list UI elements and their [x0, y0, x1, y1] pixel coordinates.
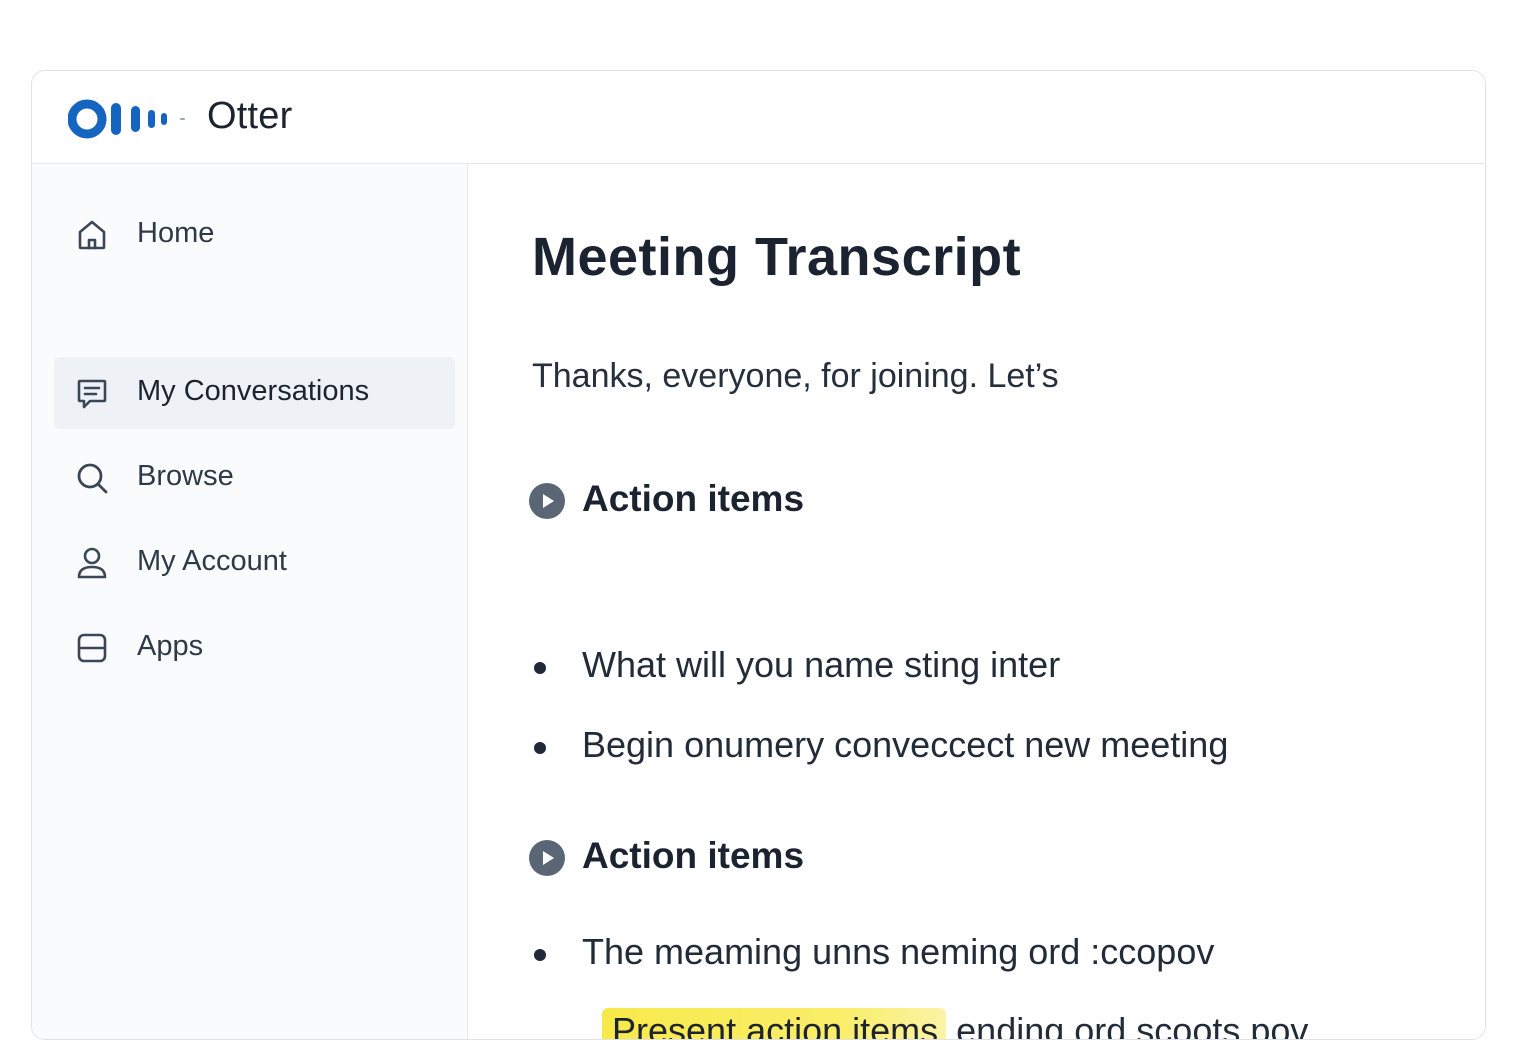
search-icon	[77, 463, 108, 494]
transcript-panel: Meeting Transcript Thanks, everyone, for…	[468, 164, 1485, 1039]
bullet-dot	[534, 742, 546, 754]
sidebar-item-browse[interactable]: Browse	[54, 442, 455, 514]
sidebar: Home My Conversations Browse My Account	[32, 164, 468, 1039]
highlighted-text[interactable]: Present action items	[602, 1008, 947, 1039]
otter-logo-icon[interactable]	[68, 99, 186, 139]
sidebar-item-label: Apps	[137, 630, 204, 662]
app-title: Otter	[207, 95, 293, 137]
transcript-intro: Thanks, everyone, for joining. Let’s	[532, 357, 1059, 395]
apps-icon	[77, 633, 107, 663]
play-icon[interactable]	[528, 839, 566, 877]
sidebar-item-apps[interactable]: Apps	[54, 612, 455, 684]
list-item-text: The meaming unns neming ord :ccopov	[582, 931, 1215, 972]
sidebar-item-label: Home	[137, 217, 215, 249]
sidebar-item-home[interactable]: Home	[54, 199, 455, 271]
section-label: Action items	[582, 478, 805, 519]
list-item-text: What will you name sting inter	[582, 644, 1061, 685]
home-icon	[78, 220, 106, 250]
bullet-dot	[534, 662, 546, 674]
bullet-dot	[534, 949, 546, 961]
sidebar-item-my-account[interactable]: My Account	[54, 527, 455, 599]
chat-icon	[77, 379, 107, 409]
page-title: Meeting Transcript	[532, 227, 1022, 287]
list-item-text: Begin onumery conveccect new meeting	[582, 724, 1229, 765]
user-icon	[77, 547, 107, 579]
sidebar-item-label: My Conversations	[137, 375, 370, 407]
highlighted-line: Present action items ending ord scoots p…	[602, 1008, 1309, 1040]
line-rest-text: ending ord scoots pov	[946, 1010, 1309, 1040]
sidebar-item-label: Browse	[137, 460, 234, 492]
app-header: Otter	[32, 71, 1485, 164]
app-window: Otter Home My Conversations Browse My Ac…	[31, 70, 1486, 1040]
sidebar-item-my-conversations[interactable]: My Conversations	[54, 357, 455, 429]
play-icon[interactable]	[528, 482, 566, 520]
section-label: Action items	[582, 835, 805, 876]
sidebar-item-label: My Account	[137, 545, 287, 577]
